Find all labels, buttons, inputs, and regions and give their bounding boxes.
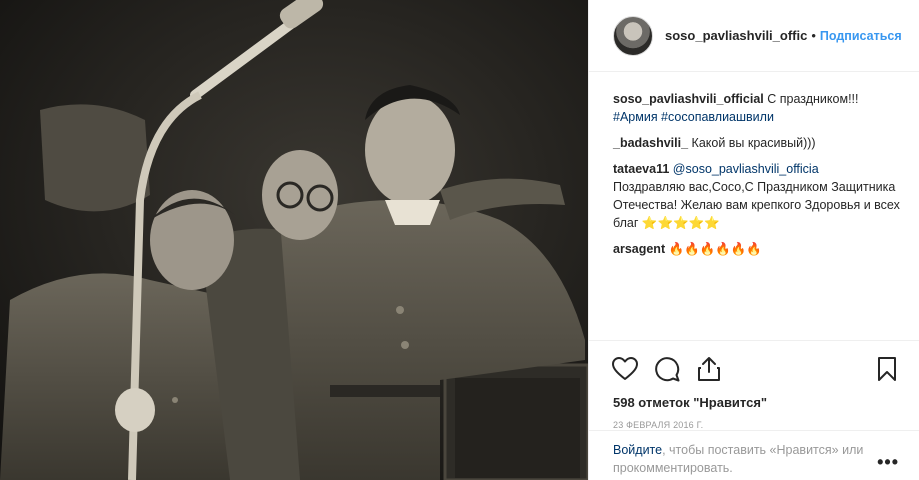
post-header: soso_pavliashvili_offic • Подписаться bbox=[589, 0, 919, 72]
action-icons bbox=[609, 349, 903, 389]
post-photo[interactable] bbox=[0, 0, 588, 480]
caption: soso_pavliashvili_official С праздником!… bbox=[613, 90, 905, 126]
comments-list: soso_pavliashvili_official С праздником!… bbox=[589, 72, 919, 340]
comment-item: arsagent 🔥🔥🔥🔥🔥🔥 bbox=[613, 240, 905, 258]
login-link[interactable]: Войдите bbox=[613, 443, 662, 457]
heart-icon[interactable] bbox=[609, 353, 641, 385]
star-emoji: ⭐⭐⭐⭐⭐ bbox=[641, 216, 720, 230]
fire-emoji: 🔥🔥🔥🔥🔥🔥 bbox=[668, 242, 762, 256]
caption-text: С праздником!!! bbox=[767, 92, 859, 106]
likes-count[interactable]: 598 отметок "Нравится" bbox=[609, 395, 903, 410]
comment-username[interactable]: arsagent bbox=[613, 242, 665, 256]
comment-icon[interactable] bbox=[651, 353, 683, 385]
more-options-icon[interactable]: ••• bbox=[877, 452, 899, 473]
comment-text: Какой вы красивый))) bbox=[691, 136, 816, 150]
caption-hashtags[interactable]: #Армия #сосопавлиашвили bbox=[613, 110, 774, 124]
login-prompt: Войдите, чтобы поставить «Нравится» или … bbox=[589, 430, 919, 477]
share-icon[interactable] bbox=[693, 353, 725, 385]
comment-username[interactable]: tataeva11 bbox=[613, 162, 669, 176]
comment-mention[interactable]: @soso_pavliashvili_officia bbox=[673, 162, 819, 176]
bookmark-icon[interactable] bbox=[871, 353, 903, 385]
caption-username[interactable]: soso_pavliashvili_official bbox=[613, 92, 764, 106]
post-actions: 598 отметок "Нравится" 23 ФЕВРАЛЯ 2016 Г… bbox=[589, 340, 919, 430]
comment-username[interactable]: _badashvili_ bbox=[613, 136, 688, 150]
instagram-post: soso_pavliashvili_offic • Подписаться so… bbox=[0, 0, 919, 480]
follow-button[interactable]: Подписаться bbox=[820, 29, 902, 43]
comment-item: _badashvili_ Какой вы красивый))) bbox=[613, 134, 905, 152]
header-username[interactable]: soso_pavliashvili_offic bbox=[665, 28, 807, 43]
post-sidebar: soso_pavliashvili_offic • Подписаться so… bbox=[588, 0, 919, 480]
post-date: 23 ФЕВРАЛЯ 2016 Г. bbox=[613, 420, 704, 430]
separator-dot: • bbox=[811, 28, 816, 43]
vintage-army-photo bbox=[0, 0, 588, 480]
avatar[interactable] bbox=[613, 15, 653, 56]
comment-item: tataeva11 @soso_pavliashvili_officia Поз… bbox=[613, 160, 905, 232]
